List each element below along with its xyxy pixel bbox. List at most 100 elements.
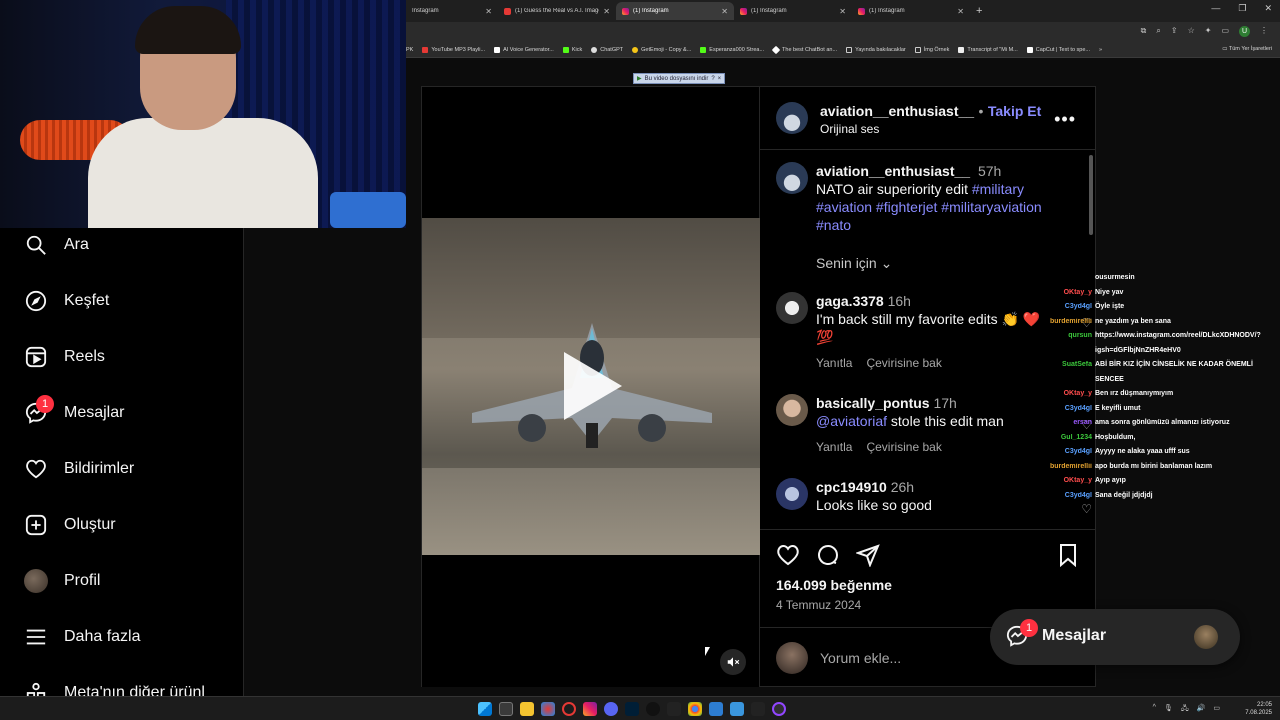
hashtags[interactable]: #aviation #fighterjet #militaryaviation [816, 198, 1076, 216]
bookmark-save-icon[interactable] [1056, 543, 1080, 572]
zoom-icon[interactable]: ⌕ [1156, 26, 1160, 37]
extension-icon[interactable]: ✦ [1205, 26, 1212, 37]
new-tab-button[interactable]: + [976, 5, 982, 17]
comment-input[interactable]: Yorum ekle... [820, 650, 901, 666]
windows-start-icon[interactable] [478, 702, 492, 716]
comment-username[interactable]: basically_pontus [816, 395, 930, 411]
video-player[interactable] [422, 87, 760, 687]
sidepanel-icon[interactable]: ▭ [1221, 26, 1229, 37]
help-icon[interactable]: ? [711, 76, 714, 82]
photoshop-icon[interactable] [625, 702, 639, 716]
nav-notifications[interactable]: Bildirimler [24, 457, 134, 481]
obs-icon[interactable] [772, 702, 786, 716]
bookmark-item[interactable]: Esperanza000 Strea... [700, 46, 764, 53]
commenter-avatar[interactable] [776, 292, 808, 324]
nav-more[interactable]: Daha fazla [24, 625, 141, 649]
close-icon[interactable]: ✕ [721, 7, 728, 16]
nav-profile[interactable]: Profil [24, 569, 100, 593]
opera-icon[interactable] [562, 702, 576, 716]
like-heart-icon[interactable] [776, 543, 800, 572]
translate-button[interactable]: Çevirisine bak [866, 438, 941, 456]
reply-button[interactable]: Yanıtla [816, 354, 852, 372]
nav-search[interactable]: Ara [24, 233, 89, 257]
bookmark-folder[interactable]: İmg Örnek [914, 46, 949, 53]
bookmark-item[interactable]: ChatGPT [591, 46, 623, 53]
bookmark-item[interactable]: GetEmoji - Copy &... [632, 46, 691, 53]
tab-instagram-1[interactable]: Instagram ✕ [406, 2, 498, 20]
bookmarks-overflow[interactable]: » [1099, 47, 1102, 53]
author-avatar[interactable] [776, 162, 808, 194]
battery-icon[interactable]: ▭ [1213, 704, 1220, 715]
discord-icon[interactable] [604, 702, 618, 716]
network-icon[interactable]: 🖧 [1181, 704, 1189, 715]
play-button[interactable] [564, 352, 622, 420]
commenter-avatar[interactable] [776, 478, 808, 510]
more-options-icon[interactable]: ••• [1054, 109, 1076, 130]
author-username[interactable]: aviation__enthusiast__ [820, 103, 974, 119]
star-icon[interactable]: ☆ [1188, 26, 1195, 37]
scrollbar[interactable] [1089, 155, 1093, 235]
tab-instagram-4[interactable]: (1) Instagram ✕ [852, 2, 970, 20]
commenter-avatar[interactable] [776, 394, 808, 426]
comment-like-icon[interactable]: ♡ [1081, 500, 1092, 518]
comment-username[interactable]: cpc194910 [816, 479, 887, 495]
tiktok-icon[interactable] [646, 702, 660, 716]
comment-bubble-icon[interactable] [816, 543, 840, 572]
all-bookmarks[interactable]: ▭ Tüm Yer İşaretleri [1222, 46, 1272, 52]
messages-float-button[interactable]: 1 Mesajlar [990, 609, 1240, 665]
comment-username[interactable]: gaga.3378 [816, 293, 884, 309]
close-icon[interactable]: × [718, 76, 722, 82]
capcut-icon[interactable] [751, 702, 765, 716]
task-view-icon[interactable] [499, 702, 513, 716]
clock[interactable]: 22:05 7.08.2025 [1245, 701, 1272, 717]
minimize-icon[interactable]: — [1211, 3, 1220, 14]
notepad-icon[interactable] [730, 702, 744, 716]
instagram-icon[interactable] [583, 702, 597, 716]
mic-icon[interactable]: 🎙 [1164, 704, 1173, 715]
bookmark-item[interactable]: CapCut | Text to spe... [1026, 46, 1090, 53]
settings-icon[interactable] [709, 702, 723, 716]
bookmark-item[interactable]: The best ChatBot an... [771, 45, 837, 54]
reply-button[interactable]: Yanıtla [816, 438, 852, 456]
tab-youtube[interactable]: (1) Guess the Real vs A.I. Image ✕ [498, 2, 616, 20]
bookmark-folder[interactable]: Yayında bakılacaklar [846, 46, 906, 53]
nav-meta-products[interactable]: Meta'nın diğer ürünl [24, 681, 205, 696]
caption-username[interactable]: aviation__enthusiast__ [816, 163, 970, 179]
follow-button[interactable]: Takip Et [988, 103, 1041, 119]
mute-button[interactable] [720, 649, 746, 675]
tab-instagram-active[interactable]: (1) Instagram ✕ [616, 2, 734, 20]
maximize-icon[interactable]: ❐ [1238, 3, 1246, 14]
tray-expand-icon[interactable]: ^ [1153, 704, 1156, 715]
for-you-toggle[interactable]: Senin için ⌄ [816, 254, 1076, 272]
profile-avatar[interactable]: U [1239, 26, 1250, 37]
likes-count[interactable]: 164.099 beğenme [776, 577, 892, 593]
nav-reels[interactable]: Reels [24, 345, 105, 369]
app-icon[interactable] [541, 702, 555, 716]
video-download-bar[interactable]: ▶ Bu video dosyasını indir ? × [633, 73, 726, 84]
nav-explore[interactable]: Keşfet [24, 289, 109, 313]
video-frame[interactable] [422, 218, 760, 555]
nav-messages[interactable]: 1 Mesajlar [24, 395, 124, 425]
close-icon[interactable]: ✕ [839, 7, 846, 16]
tab-instagram-3[interactable]: (1) Instagram ✕ [734, 2, 852, 20]
hashtag[interactable]: #nato [816, 216, 1076, 234]
bookmark-item[interactable]: Transcript of "Mi M... [958, 46, 1018, 53]
install-app-icon[interactable]: ⧉ [1141, 26, 1147, 37]
hashtag[interactable]: #military [972, 181, 1024, 197]
share-paper-plane-icon[interactable] [854, 543, 880, 572]
close-icon[interactable]: ✕ [485, 7, 492, 16]
kebab-menu-icon[interactable]: ⋮ [1260, 26, 1268, 37]
author-avatar[interactable] [776, 102, 808, 134]
bookmark-item[interactable]: AI Voice Generator... [494, 46, 554, 53]
bookmark-item[interactable]: YouTube MP3 Playli... [422, 46, 485, 53]
close-icon[interactable]: ✕ [603, 7, 610, 16]
share-icon[interactable]: ⇪ [1171, 26, 1178, 37]
close-window-icon[interactable]: ✕ [1264, 3, 1272, 14]
audio-label[interactable]: Orijinal ses [820, 122, 879, 136]
translate-button[interactable]: Çevirisine bak [866, 354, 941, 372]
chrome-icon[interactable] [688, 702, 702, 716]
comment-mention[interactable]: @aviatoriaf [816, 413, 887, 429]
close-icon[interactable]: ✕ [957, 7, 964, 16]
capcut-icon[interactable] [667, 702, 681, 716]
bookmark-item[interactable]: PK [406, 47, 413, 53]
